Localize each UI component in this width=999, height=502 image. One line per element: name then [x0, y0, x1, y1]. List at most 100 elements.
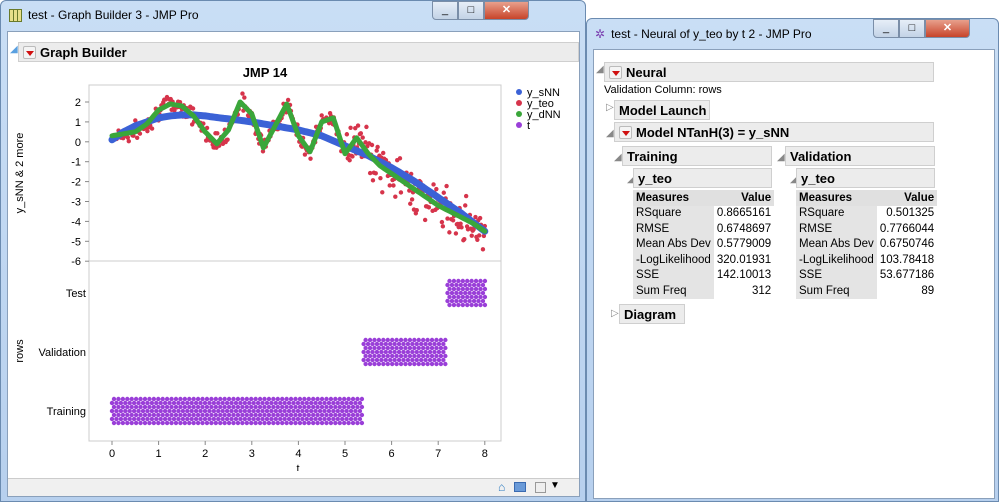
diagram-outline[interactable]: Diagram [619, 304, 685, 324]
neural-outline[interactable]: Neural [604, 62, 934, 82]
t-point-test [451, 278, 457, 284]
t-point-training [233, 408, 239, 414]
t-point-validation [423, 357, 428, 363]
t-point-training [247, 408, 252, 414]
t-point-training [317, 408, 323, 414]
t-point-training [202, 408, 208, 414]
y-teo-point [347, 158, 352, 163]
t-point-training [169, 396, 174, 402]
t-point-training [291, 408, 296, 414]
t-point-training [218, 404, 223, 410]
t-point-training [213, 420, 219, 426]
t-point-training [247, 416, 252, 422]
t-point-training [193, 408, 199, 414]
t-point-training [295, 416, 301, 422]
validation-outline[interactable]: Validation [785, 146, 935, 166]
training-yteo-outline[interactable]: y_teo [633, 168, 772, 188]
y-teo-point [469, 233, 474, 238]
t-point-training [140, 416, 146, 422]
maximize-button[interactable]: □ [899, 19, 925, 38]
t-point-training [142, 404, 148, 410]
t-point-training [187, 412, 192, 418]
t-point-test [476, 298, 481, 304]
t-point-training [242, 408, 248, 414]
t-point-training [269, 408, 274, 414]
t-point-test [449, 290, 455, 296]
y-axis-label: y_sNN & 2 more [14, 133, 26, 214]
t-point-training [302, 396, 307, 402]
t-point-training [240, 412, 245, 418]
t-point-test [467, 282, 472, 288]
t-point-training [257, 404, 263, 410]
t-point-validation [388, 341, 393, 347]
column-header: Value [876, 190, 938, 206]
t-point-training [293, 420, 298, 426]
close-button[interactable]: ✕ [925, 19, 970, 38]
t-point-validation [385, 337, 390, 343]
dropdown-arrow-icon[interactable]: ▼ [550, 480, 560, 491]
t-point-training [198, 400, 203, 406]
t-point-training [357, 416, 363, 422]
graph-builder-window: test - Graph Builder 3 - JMP Pro _ □ ✕ ◢ G… [0, 0, 586, 502]
minimize-button[interactable]: _ [873, 19, 899, 38]
t-point-validation [383, 349, 388, 355]
expand-icon[interactable]: ▷ [606, 102, 614, 113]
t-point-validation [383, 357, 388, 363]
t-point-training [278, 408, 283, 414]
t-point-validation [410, 349, 415, 355]
t-point-validation [394, 361, 399, 367]
model-launch-outline[interactable]: Model Launch [614, 100, 710, 120]
t-point-test [469, 294, 474, 300]
red-triangle-menu-icon[interactable] [619, 125, 632, 139]
model-outline[interactable]: Model NTanH(3) = y_sNN [614, 122, 934, 142]
t-point-training [191, 412, 196, 418]
expand-icon[interactable]: ▷ [611, 308, 619, 319]
t-point-training [220, 400, 225, 406]
training-outline[interactable]: Training [622, 146, 772, 166]
t-point-training [173, 412, 179, 418]
y-teo-point [477, 215, 483, 221]
y-tick-label: -1 [71, 157, 81, 169]
t-point-training [133, 420, 139, 426]
t-point-training [164, 396, 170, 402]
t-point-training [342, 396, 347, 402]
t-point-training [127, 408, 132, 414]
t-point-training [350, 412, 356, 418]
measure-value: 0.7766044 [879, 222, 935, 235]
t-point-training [149, 408, 155, 414]
t-point-validation [414, 341, 419, 347]
t-point-training [304, 408, 309, 414]
t-point-validation [403, 345, 408, 351]
t-point-training [251, 416, 256, 422]
x-tick-label: 3 [249, 448, 255, 460]
t-point-training [288, 412, 294, 418]
layout-icon[interactable] [514, 482, 526, 492]
t-point-training [295, 400, 301, 406]
y-teo-point [367, 170, 373, 176]
home-icon[interactable]: ⌂ [498, 480, 505, 494]
t-point-training [185, 408, 190, 414]
t-point-training [131, 400, 137, 406]
y-teo-point [240, 91, 245, 96]
t-point-training [322, 408, 327, 414]
measure-value: 0.501325 [886, 207, 935, 220]
t-point-training [178, 396, 183, 402]
t-point-training [140, 408, 146, 414]
table-row: Mean Abs Dev 0.6750746 [796, 236, 937, 252]
t-point-training [284, 404, 289, 410]
t-point-training [266, 404, 272, 410]
t-point-training [220, 408, 225, 414]
t-point-training [116, 404, 121, 410]
t-point-training [224, 416, 230, 422]
measure-value: 103.78418 [879, 253, 935, 266]
t-point-training [278, 400, 283, 406]
y-teo-point [414, 208, 419, 213]
t-point-test [454, 290, 459, 296]
t-point-validation [363, 361, 368, 367]
validation-yteo-outline[interactable]: y_teo [796, 168, 935, 188]
red-triangle-menu-icon[interactable] [609, 65, 622, 79]
t-point-training [218, 420, 223, 426]
y-teo-point [134, 135, 140, 140]
checkbox-icon[interactable] [535, 482, 546, 493]
t-point-training [151, 420, 157, 426]
